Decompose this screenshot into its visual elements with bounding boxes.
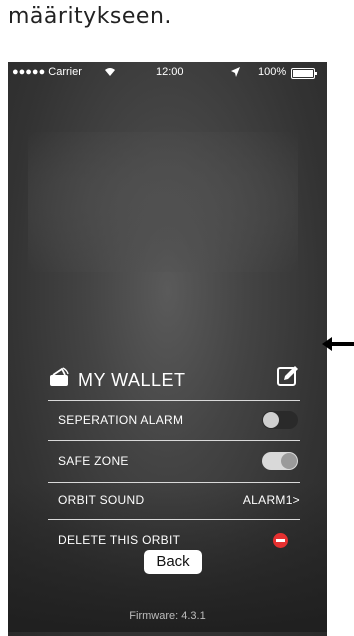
status-bar: ●●●●● Carrier 12:00 100% xyxy=(8,62,327,82)
delete-orbit-label: DELETE THIS ORBIT xyxy=(58,533,181,547)
separation-alarm-toggle[interactable] xyxy=(262,411,298,429)
back-button[interactable]: Back xyxy=(144,550,202,574)
divider xyxy=(48,400,300,401)
carrier-label: ●●●●● Carrier xyxy=(12,66,82,78)
separation-alarm-row[interactable]: SEPERATION ALARM xyxy=(48,410,300,430)
delete-orbit-row[interactable]: DELETE THIS ORBIT xyxy=(48,530,300,550)
divider xyxy=(48,519,300,520)
wallet-icon xyxy=(50,367,69,386)
orbit-header: MY WALLET xyxy=(48,364,300,398)
separation-alarm-label: SEPERATION ALARM xyxy=(58,413,184,427)
phone-screen: ●●●●● Carrier 12:00 100% MY WALLET SEPER… xyxy=(8,62,327,636)
orbit-name: MY WALLET xyxy=(78,370,186,390)
divider xyxy=(48,482,300,483)
orbit-sound-label: ORBIT SOUND xyxy=(58,493,145,507)
wifi-icon xyxy=(105,68,115,76)
page-caption: määritykseen. xyxy=(8,4,172,29)
minus-circle-icon[interactable] xyxy=(273,533,288,548)
arrow-left-icon xyxy=(322,337,354,351)
edit-icon[interactable] xyxy=(276,364,300,388)
safe-zone-toggle[interactable] xyxy=(262,452,298,470)
orbit-sound-value[interactable]: ALARM1> xyxy=(243,493,300,507)
location-arrow-icon xyxy=(231,67,240,77)
background-blur xyxy=(28,132,298,272)
orbit-sound-row[interactable]: ORBIT SOUND ALARM1> xyxy=(48,490,300,510)
firmware-version: Firmware: 4.3.1 xyxy=(129,610,206,622)
battery-icon xyxy=(291,68,317,79)
divider xyxy=(48,440,300,441)
safe-zone-label: SAFE ZONE xyxy=(58,454,129,468)
clock: 12:00 xyxy=(156,66,184,78)
battery-percent: 100% xyxy=(258,66,287,78)
safe-zone-row[interactable]: SAFE ZONE xyxy=(48,451,300,471)
